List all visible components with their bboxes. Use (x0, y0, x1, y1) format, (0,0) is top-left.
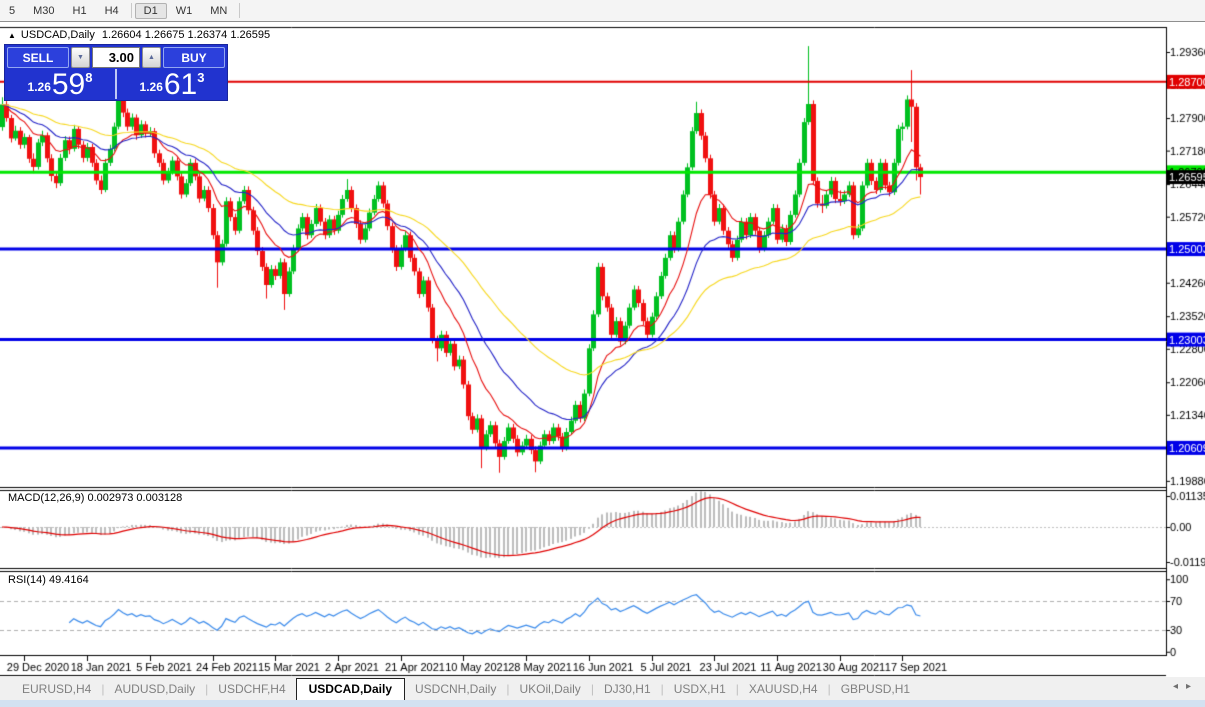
tab-xauusd[interactable]: XAUUSD,H4 (739, 680, 828, 698)
chart-ohlc-info: ▲ USDCAD,Daily 1.26604 1.26675 1.26374 1.2… (8, 29, 270, 41)
sell-price-prefix: 1.26 (27, 80, 51, 94)
buy-price-pip: 3 (197, 70, 205, 85)
timeframe-5[interactable]: 5 (0, 3, 24, 19)
chart-area[interactable] (0, 22, 1205, 677)
tab-scroll-nav: ◂▸ (1173, 681, 1199, 692)
volume-input[interactable]: 3.00 (92, 47, 140, 68)
sell-price-big: 59 (51, 68, 86, 101)
tab-eurusd[interactable]: EURUSD,H4 (12, 680, 101, 698)
trade-panel-prices: 1.26 59 8 1.26 61 3 (5, 68, 227, 101)
one-click-trade-panel: SELL ▼ 3.00 ▲ BUY 1.26 59 8 1.26 61 3 (4, 44, 228, 101)
sell-price-pip: 8 (85, 70, 93, 85)
collapse-trade-panel-icon[interactable]: ▲ (8, 31, 16, 40)
chart-canvas[interactable] (0, 22, 1205, 677)
tab-gbpusd[interactable]: GBPUSD,H1 (831, 680, 920, 698)
tab-ukoil[interactable]: UKOil,Daily (509, 680, 590, 698)
buy-price-prefix: 1.26 (139, 80, 163, 94)
sell-button[interactable]: SELL (7, 47, 69, 68)
chevron-down-icon: ▼ (77, 54, 84, 61)
toolbar-separator (130, 3, 132, 18)
symbol-tab-bar: EURUSD,H4 | AUDUSD,Daily | USDCHF,H4 USDCAD,D… (0, 678, 1205, 700)
timeframe-toolbar: 5 M30 H1 H4 D1 W1 MN (0, 0, 1205, 22)
tab-usdcad[interactable]: USDCAD,Daily (295, 678, 405, 700)
sell-price[interactable]: 1.26 59 8 (5, 68, 115, 101)
tab-dj30[interactable]: DJ30,H1 (594, 680, 661, 698)
chart-symbol-period: USDCAD,Daily (20, 29, 95, 41)
buy-price[interactable]: 1.26 61 3 (117, 68, 227, 101)
status-strip (0, 700, 1205, 707)
trade-panel-controls: SELL ▼ 3.00 ▲ BUY (5, 45, 227, 69)
timeframe-h1[interactable]: H1 (64, 3, 96, 19)
tab-scroll-right-icon[interactable]: ▸ (1186, 681, 1199, 692)
buy-price-big: 61 (163, 68, 198, 101)
timeframe-w1[interactable]: W1 (167, 3, 202, 19)
volume-increase-button[interactable]: ▲ (142, 47, 161, 68)
timeframe-m30[interactable]: M30 (24, 3, 63, 19)
tab-scroll-left-icon[interactable]: ◂ (1173, 681, 1186, 692)
toolbar-separator (239, 3, 241, 18)
timeframe-h4[interactable]: H4 (96, 3, 128, 19)
timeframe-d1[interactable]: D1 (134, 2, 167, 19)
rsi-indicator-label: RSI(14) 49.4164 (8, 574, 89, 586)
macd-indicator-label: MACD(12,26,9) 0.002973 0.003128 (8, 492, 183, 504)
buy-button[interactable]: BUY (163, 47, 225, 68)
chart-ohlc-values: 1.26604 1.26675 1.26374 1.26595 (101, 29, 271, 41)
timeframe-mn[interactable]: MN (201, 3, 236, 19)
volume-decrease-button[interactable]: ▼ (71, 47, 90, 68)
tab-usdcnh[interactable]: USDCNH,Daily (405, 680, 506, 698)
tab-usdx[interactable]: USDX,H1 (664, 680, 736, 698)
tab-usdchf[interactable]: USDCHF,H4 (208, 680, 295, 698)
tab-audusd[interactable]: AUDUSD,Daily (104, 680, 205, 698)
chevron-up-icon: ▲ (148, 54, 155, 61)
